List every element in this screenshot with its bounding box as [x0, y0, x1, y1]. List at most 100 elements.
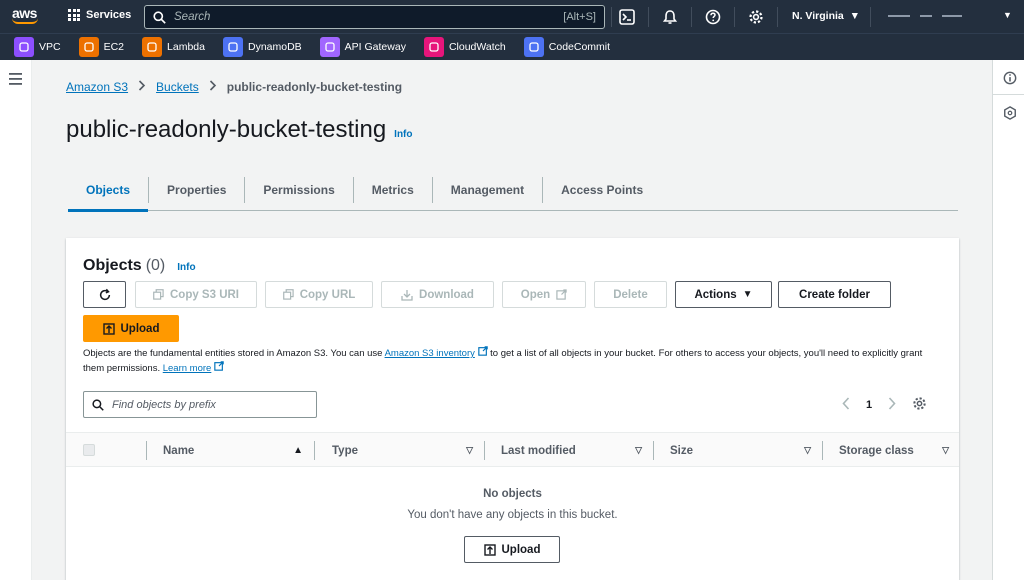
favorite-cloudwatch[interactable]: CloudWatch — [423, 37, 506, 57]
sort-ascending-icon: ▲ — [293, 445, 303, 456]
description-text: Objects are the fundamental entities sto… — [83, 348, 385, 359]
aws-logo[interactable]: aws — [12, 6, 42, 28]
favorite-label: DynamoDB — [247, 41, 302, 53]
top-navigation-bar: aws Services [Alt+S] N. Virginia ▼ ▼ — [0, 0, 1024, 33]
create-folder-button[interactable]: Create folder — [778, 281, 891, 308]
download-button[interactable]: Download — [381, 281, 494, 308]
upload-icon — [483, 543, 496, 556]
tab-properties[interactable]: Properties — [148, 177, 246, 203]
global-search-input[interactable] — [174, 11, 564, 23]
objects-panel-title: Objects — [83, 257, 142, 274]
sort-caret-icon: ▽ — [804, 445, 811, 455]
column-label: Name — [163, 444, 195, 457]
cloudwatch-icon — [423, 37, 444, 57]
pagination: 1 — [842, 396, 927, 414]
settings-gear-icon[interactable] — [747, 8, 765, 26]
info-icon[interactable] — [1003, 71, 1017, 90]
divider — [777, 7, 778, 27]
notifications-bell-icon[interactable] — [661, 8, 679, 26]
divider — [993, 94, 1024, 95]
external-link-icon[interactable] — [214, 361, 224, 371]
favorite-label: VPC — [39, 41, 61, 53]
s3-inventory-link[interactable]: Amazon S3 inventory — [385, 348, 475, 359]
column-header-size[interactable]: Size ▽ — [670, 433, 823, 468]
hamburger-menu-icon[interactable] — [9, 72, 22, 90]
favorite-label: CodeCommit — [548, 41, 611, 53]
empty-state-upload-button[interactable]: Upload — [464, 536, 560, 563]
side-navigation-rail — [0, 60, 32, 580]
ec2-icon — [78, 37, 99, 57]
column-header-type[interactable]: Type ▽ — [332, 433, 485, 468]
open-button[interactable]: Open — [502, 281, 586, 308]
upload-button[interactable]: Upload — [83, 315, 179, 342]
copy-icon — [153, 289, 164, 300]
tab-management[interactable]: Management — [433, 177, 544, 203]
services-menu-button[interactable]: Services — [68, 9, 131, 21]
copy-icon — [282, 289, 294, 300]
find-objects-search-box[interactable] — [83, 391, 317, 418]
global-search-box[interactable]: [Alt+S] — [144, 5, 605, 29]
cloudshell-icon[interactable] — [618, 8, 636, 26]
sort-caret-icon: ▽ — [635, 445, 642, 455]
favorite-lambda[interactable]: Lambda — [142, 37, 205, 57]
divider — [734, 7, 735, 27]
favorite-label: API Gateway — [344, 41, 406, 53]
divider — [648, 7, 649, 27]
column-label: Last modified — [501, 444, 576, 457]
favorite-vpc[interactable]: VPC — [14, 37, 61, 57]
empty-state: No objects You don't have any objects in… — [66, 488, 959, 521]
page-number[interactable]: 1 — [866, 399, 872, 411]
hexagon-tool-icon[interactable] — [1003, 106, 1017, 125]
dynamodb-icon — [222, 37, 243, 57]
tab-access-points[interactable]: Access Points — [543, 177, 661, 203]
favorite-codecommit[interactable]: CodeCommit — [523, 37, 611, 57]
info-link[interactable]: Info — [394, 129, 412, 140]
page-header: public-readonly-bucket-testing Info — [66, 116, 413, 144]
empty-message: You don't have any objects in this bucke… — [407, 509, 618, 521]
divider — [691, 7, 692, 27]
breadcrumb-amazon-s3[interactable]: Amazon S3 — [66, 80, 128, 94]
find-objects-input[interactable] — [112, 398, 308, 411]
copy-url-button[interactable]: Copy URL — [265, 281, 373, 308]
column-header-storage-class[interactable]: Storage class ▽ — [839, 433, 949, 468]
column-label: Size — [670, 444, 694, 457]
favorite-label: EC2 — [103, 41, 125, 53]
objects-description: Objects are the fundamental entities sto… — [83, 346, 943, 376]
breadcrumb-buckets[interactable]: Buckets — [156, 80, 199, 94]
tab-metrics[interactable]: Metrics — [354, 177, 433, 203]
delete-button[interactable]: Delete — [594, 281, 667, 308]
select-all-checkbox[interactable] — [83, 444, 95, 456]
actions-dropdown-button[interactable]: Actions ▼ — [675, 281, 772, 308]
column-header-name[interactable]: Name ▲ — [163, 433, 315, 468]
help-icon[interactable] — [704, 8, 722, 26]
copy-s3-uri-button[interactable]: Copy S3 URI — [135, 281, 257, 308]
tab-permissions[interactable]: Permissions — [245, 177, 354, 203]
external-link-icon — [556, 289, 567, 300]
previous-page-icon[interactable] — [842, 397, 850, 413]
next-page-icon[interactable] — [888, 397, 896, 413]
caret-down-icon[interactable]: ▼ — [1003, 10, 1012, 20]
favorite-dynamodb[interactable]: DynamoDB — [222, 37, 302, 57]
tab-objects[interactable]: Objects — [68, 171, 149, 212]
chevron-right-icon — [209, 80, 217, 94]
external-link-icon[interactable] — [477, 346, 488, 356]
column-divider — [146, 433, 149, 468]
favorite-label: Lambda — [167, 41, 205, 53]
objects-info-link[interactable]: Info — [177, 262, 195, 273]
learn-more-link[interactable]: Learn more — [163, 363, 212, 374]
favorite-ec2[interactable]: EC2 — [78, 37, 125, 57]
column-label: Type — [332, 444, 358, 457]
vpc-icon — [14, 37, 34, 57]
region-label: N. Virginia — [792, 10, 844, 22]
api-gateway-icon — [319, 37, 340, 57]
region-selector[interactable]: N. Virginia ▼ — [792, 10, 860, 22]
tools-panel-rail — [992, 60, 1024, 580]
copy-s3-uri-label: Copy S3 URI — [169, 288, 239, 301]
favorite-api-gateway[interactable]: API Gateway — [319, 37, 406, 57]
empty-title: No objects — [483, 488, 542, 500]
column-header-last-modified[interactable]: Last modified ▽ — [501, 433, 654, 468]
account-menu[interactable] — [888, 15, 962, 17]
refresh-button[interactable] — [83, 281, 126, 308]
table-settings-gear-icon[interactable] — [912, 396, 927, 414]
search-icon — [92, 398, 104, 411]
